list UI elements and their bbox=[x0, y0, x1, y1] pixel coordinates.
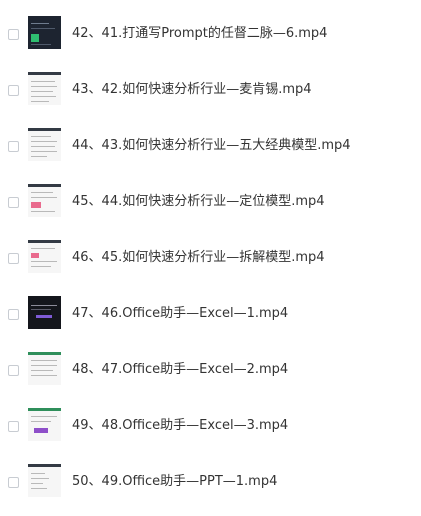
video-thumbnail bbox=[28, 128, 61, 161]
row-checkbox[interactable] bbox=[8, 365, 19, 376]
video-thumbnail bbox=[28, 16, 61, 49]
file-name[interactable]: 45、44.如何快速分析行业—定位模型.mp4 bbox=[72, 192, 325, 212]
row-checkbox[interactable] bbox=[8, 141, 19, 152]
file-name[interactable]: 42、41.打通写Prompt的任督二脉—6.mp4 bbox=[72, 24, 327, 44]
file-name[interactable]: 47、46.Office助手—Excel—1.mp4 bbox=[72, 304, 288, 324]
row-checkbox[interactable] bbox=[8, 421, 19, 432]
video-thumbnail bbox=[28, 240, 61, 273]
file-row[interactable]: 44、43.如何快速分析行业—五大经典模型.mp4 bbox=[0, 118, 421, 174]
row-checkbox[interactable] bbox=[8, 253, 19, 264]
file-name[interactable]: 46、45.如何快速分析行业—拆解模型.mp4 bbox=[72, 248, 325, 268]
video-thumbnail bbox=[28, 296, 61, 329]
file-name[interactable]: 49、48.Office助手—Excel—3.mp4 bbox=[72, 416, 288, 436]
row-checkbox[interactable] bbox=[8, 197, 19, 208]
file-row[interactable]: 48、47.Office助手—Excel—2.mp4 bbox=[0, 342, 421, 398]
row-checkbox[interactable] bbox=[8, 309, 19, 320]
row-checkbox[interactable] bbox=[8, 29, 19, 40]
file-row[interactable]: 45、44.如何快速分析行业—定位模型.mp4 bbox=[0, 174, 421, 230]
file-list: 42、41.打通写Prompt的任督二脉—6.mp4 43、42.如何快速分析行… bbox=[0, 0, 421, 516]
file-name[interactable]: 50、49.Office助手—PPT—1.mp4 bbox=[72, 472, 277, 492]
file-row[interactable]: 43、42.如何快速分析行业—麦肯锡.mp4 bbox=[0, 62, 421, 118]
row-checkbox[interactable] bbox=[8, 477, 19, 488]
file-row[interactable]: 42、41.打通写Prompt的任督二脉—6.mp4 bbox=[0, 6, 421, 62]
video-thumbnail bbox=[28, 464, 61, 497]
video-thumbnail bbox=[28, 352, 61, 385]
file-row[interactable]: 47、46.Office助手—Excel—1.mp4 bbox=[0, 286, 421, 342]
file-name[interactable]: 44、43.如何快速分析行业—五大经典模型.mp4 bbox=[72, 136, 351, 156]
file-row[interactable]: 49、48.Office助手—Excel—3.mp4 bbox=[0, 398, 421, 454]
file-name[interactable]: 48、47.Office助手—Excel—2.mp4 bbox=[72, 360, 288, 380]
video-thumbnail bbox=[28, 184, 61, 217]
file-name[interactable]: 43、42.如何快速分析行业—麦肯锡.mp4 bbox=[72, 80, 312, 100]
video-thumbnail bbox=[28, 72, 61, 105]
row-checkbox[interactable] bbox=[8, 85, 19, 96]
file-row[interactable]: 50、49.Office助手—PPT—1.mp4 bbox=[0, 454, 421, 510]
file-row[interactable]: 46、45.如何快速分析行业—拆解模型.mp4 bbox=[0, 230, 421, 286]
video-thumbnail bbox=[28, 408, 61, 441]
